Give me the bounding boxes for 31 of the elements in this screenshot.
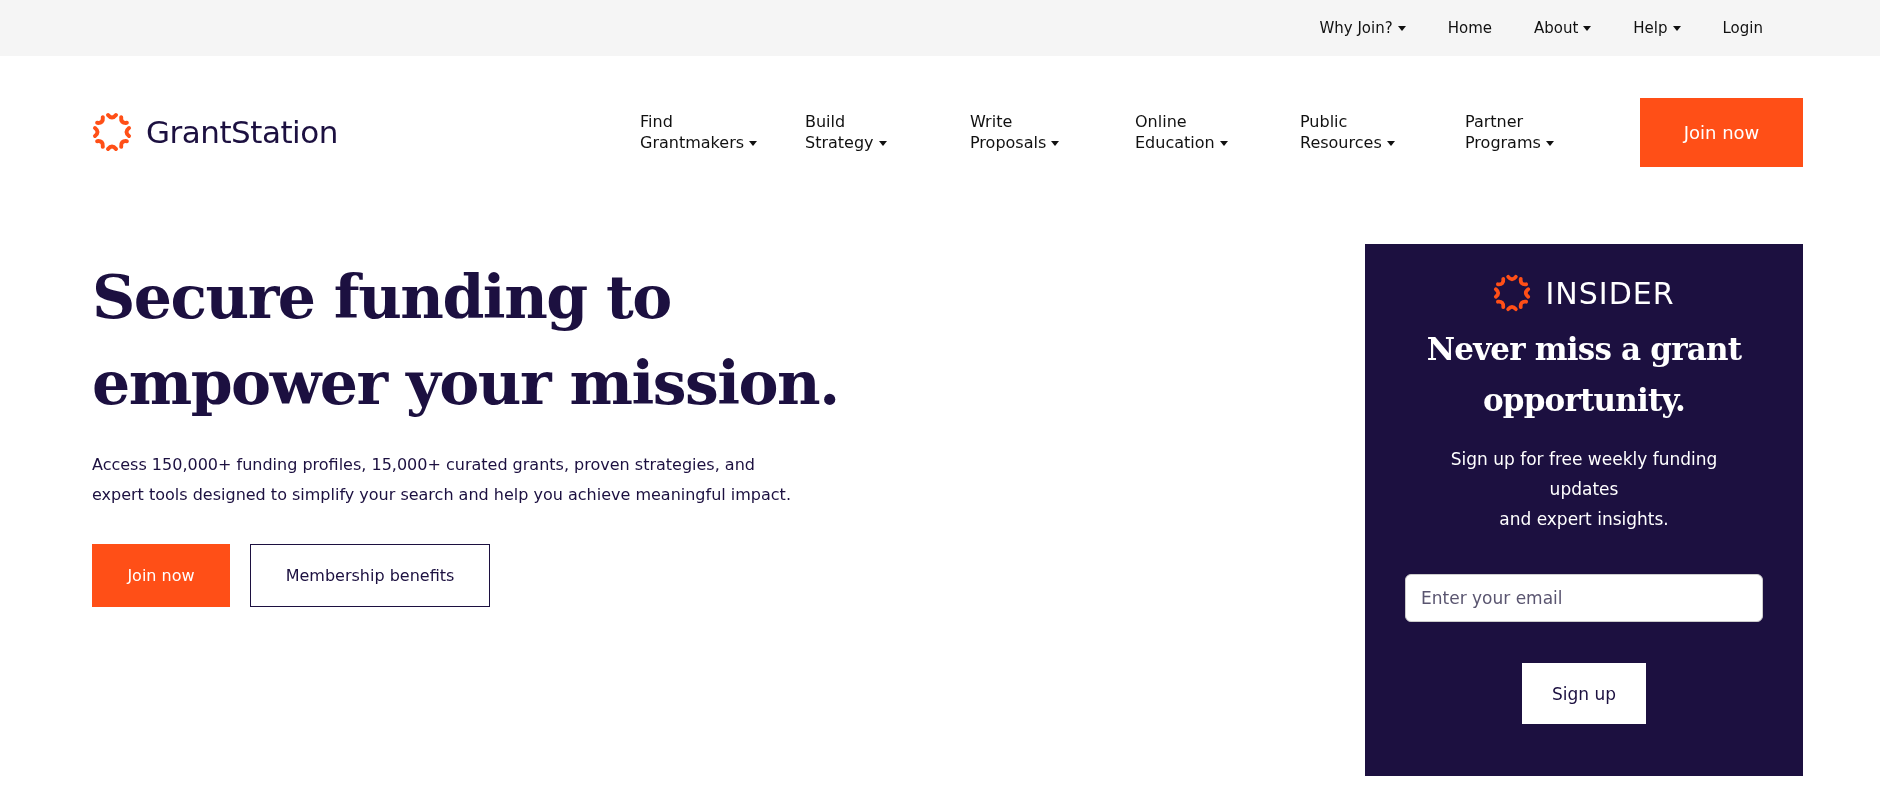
caret-icon xyxy=(1051,141,1060,146)
caret-icon xyxy=(1583,25,1592,31)
top-nav-link[interactable]: Login xyxy=(1722,19,1763,37)
caret-icon xyxy=(749,141,758,146)
top-nav-link[interactable]: Why Join? xyxy=(1319,19,1406,37)
caret-icon xyxy=(1545,141,1554,146)
hero-description: Access 150,000+ funding profiles, 15,000+ curated grants, proven strategies, and expert tools designed to simplify your search and help you achieve meaningful impact. xyxy=(92,454,792,506)
caret-icon xyxy=(1672,25,1681,31)
insider-brand-text: INSIDER xyxy=(1545,275,1675,311)
sign-up-button[interactable]: Sign up xyxy=(1522,663,1646,724)
main-nav-link[interactable]: Find Grantmakers xyxy=(640,111,805,153)
main-nav-link[interactable]: Build Strategy xyxy=(805,111,970,153)
top-nav-link[interactable]: Help xyxy=(1633,19,1681,37)
main-nav-link[interactable]: Write Proposals xyxy=(970,111,1135,153)
caret-icon xyxy=(1219,141,1228,146)
membership-benefits-button[interactable]: Membership benefits xyxy=(250,544,490,607)
hero-heading: Secure funding to empower your mission. xyxy=(92,261,840,420)
caret-icon xyxy=(1397,25,1406,31)
main-nav-link[interactable]: Partner Programs xyxy=(1465,111,1630,153)
newsletter-heading: Never miss a grant opportunity. xyxy=(1425,330,1743,420)
logo-text[interactable]: GrantStation xyxy=(146,114,338,150)
main-nav-link[interactable]: Public Resources xyxy=(1300,111,1465,153)
newsletter-description: Sign up for free weekly funding updates and expert insights. xyxy=(1449,448,1719,531)
logo-icon xyxy=(92,112,132,152)
main-nav-link[interactable]: Online Education xyxy=(1135,111,1300,153)
logo-icon xyxy=(1493,274,1532,312)
email-input-field[interactable]: Enter your email xyxy=(1405,574,1763,622)
top-nav-link[interactable]: About xyxy=(1533,19,1592,37)
top-nav-link[interactable]: Home xyxy=(1447,19,1492,37)
caret-icon xyxy=(1386,141,1395,146)
caret-icon xyxy=(878,141,887,146)
